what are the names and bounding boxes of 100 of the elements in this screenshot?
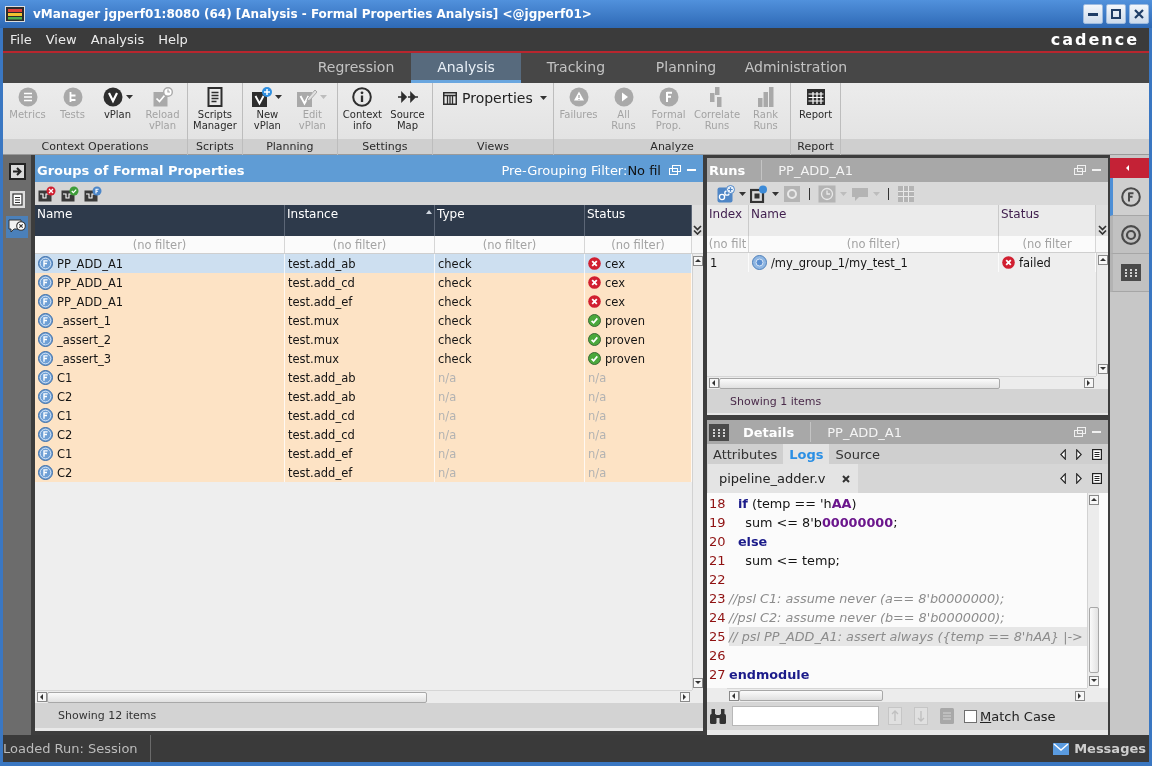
close-icon[interactable] [842, 474, 850, 483]
box-dot-icon[interactable] [750, 184, 768, 203]
rail-button[interactable] [6, 160, 28, 182]
list-icon[interactable] [1092, 448, 1102, 460]
table-row[interactable]: C2 test.add_cd n/a n/a [35, 425, 692, 444]
scroll-down-icon[interactable] [1088, 676, 1099, 686]
scrollbar-thumb[interactable] [719, 377, 1000, 389]
property-name: C2 [57, 427, 73, 442]
property-status: cex [605, 256, 625, 271]
filter-value[interactable]: No fil [627, 162, 661, 178]
scroll-right-icon[interactable] [680, 692, 690, 702]
rail-button[interactable] [1110, 254, 1149, 292]
tab[interactable]: Planning [631, 53, 741, 83]
keypad-icon [709, 423, 729, 441]
table-row[interactable]: C2 test.add_ab n/a n/a [35, 387, 692, 406]
toolbar-button[interactable]: Report [793, 83, 839, 139]
right-triangle-icon[interactable] [1076, 473, 1082, 484]
table-row[interactable]: C1 test.add_ab n/a n/a [35, 368, 692, 387]
vertical-scrollbar[interactable] [692, 254, 703, 690]
property-status: n/a [588, 370, 607, 385]
scroll-down-icon[interactable] [1097, 364, 1108, 374]
toolbar-button[interactable]: vPlan [95, 83, 140, 139]
table-row[interactable]: PP_ADD_A1 test.add_ef check cex [35, 292, 692, 311]
scroll-left-icon[interactable] [729, 690, 739, 701]
scroll-right-icon[interactable] [1075, 690, 1085, 701]
minimize-button[interactable] [1083, 4, 1103, 24]
table-row[interactable]: C1 test.add_ef n/a n/a [35, 444, 692, 463]
scrollbar-thumb[interactable] [47, 691, 427, 703]
scroll-right-icon[interactable] [1084, 378, 1094, 388]
messages-button[interactable]: Messages [1053, 737, 1149, 760]
list-icon[interactable] [1092, 473, 1102, 484]
wave-box-cross-icon[interactable] [38, 185, 56, 202]
wave-box-check-icon[interactable] [61, 185, 79, 202]
table-row[interactable]: PP_ADD_A1 test.add_cd check cex [35, 273, 692, 292]
menu-item[interactable]: Help [151, 28, 195, 51]
table-row[interactable]: C2 test.add_ef n/a n/a [35, 463, 692, 482]
wave-box-f-icon[interactable] [84, 185, 102, 202]
horizontal-scrollbar[interactable] [707, 376, 1096, 389]
vertical-scrollbar[interactable] [1096, 253, 1108, 376]
f-circle-icon [38, 427, 53, 442]
scroll-left-icon[interactable] [709, 378, 719, 388]
double-chevron-icon[interactable] [693, 225, 702, 235]
left-triangle-icon[interactable] [1060, 473, 1066, 484]
menu-item[interactable]: Analysis [83, 28, 152, 51]
file-tab[interactable]: pipeline_adder.v [708, 464, 858, 493]
scroll-up-icon[interactable] [693, 256, 703, 266]
double-chevron-icon[interactable] [1097, 225, 1107, 235]
maximize-button[interactable] [1106, 4, 1126, 24]
search-field[interactable] [732, 706, 879, 726]
scrollbar-thumb[interactable] [739, 690, 883, 701]
rail-button[interactable] [6, 216, 28, 238]
scroll-up-icon[interactable] [1097, 255, 1108, 265]
toolbar-button[interactable]: Context info [339, 83, 385, 139]
match-case-label[interactable]: Match Case [980, 708, 1056, 724]
table-row[interactable]: PP_ADD_A1 test.add_ab check cex [35, 254, 692, 273]
property-name: PP_ADD_A1 [57, 275, 124, 290]
horizontal-scrollbar[interactable] [35, 690, 692, 703]
menu-item[interactable]: View [38, 28, 84, 51]
table-row[interactable]: _assert_3 test.mux check proven [35, 349, 692, 368]
tab[interactable]: Analysis [411, 53, 521, 83]
line-number: 22 [708, 571, 727, 589]
scroll-up-icon[interactable] [1088, 495, 1099, 505]
table-row[interactable]: C1 test.add_cd n/a n/a [35, 406, 692, 425]
property-name: C1 [57, 370, 73, 385]
restore-icon[interactable] [669, 165, 681, 175]
rail-button[interactable] [1110, 216, 1149, 254]
property-status: n/a [588, 408, 607, 423]
line-number: 20 [708, 533, 727, 551]
tab[interactable]: Regression [301, 53, 411, 83]
f-circle-icon [38, 351, 53, 366]
window-title: vManager jgperf01:8080 (64) [Analysis - Formal Properties Analysis] <@jgperf01> [33, 7, 593, 21]
scroll-left-icon[interactable] [37, 692, 47, 702]
vertical-scrollbar[interactable] [1087, 493, 1099, 688]
toolbar-button[interactable]: Source Map [385, 83, 430, 139]
tab[interactable]: Tracking [521, 53, 631, 83]
view-select[interactable]: Properties [435, 86, 551, 110]
right-triangle-icon[interactable] [1076, 448, 1082, 460]
close-button[interactable] [1129, 4, 1149, 24]
instance-name: test.add_ab [288, 256, 356, 271]
toolbar-button[interactable]: New vPlan [244, 83, 290, 139]
file-name[interactable]: pipeline_adder.v [719, 471, 826, 486]
tab[interactable]: Attributes [707, 444, 784, 464]
x-circle-icon [1002, 256, 1015, 269]
match-case-checkbox[interactable] [964, 709, 977, 723]
menu-item[interactable]: File [3, 28, 39, 51]
line-number: 26 [708, 647, 727, 665]
rings-plus-icon[interactable] [717, 184, 735, 203]
tab[interactable]: Administration [741, 53, 851, 83]
item-count: Showing 12 items [58, 709, 157, 722]
instance-name: test.mux [288, 332, 340, 347]
code-line: else [736, 533, 769, 551]
toolbar-button[interactable]: Scripts Manager [190, 83, 240, 139]
tab[interactable]: Source [829, 444, 887, 464]
scrollbar-thumb[interactable] [1088, 607, 1099, 673]
left-triangle-icon[interactable] [1060, 448, 1066, 460]
table-row[interactable]: _assert_2 test.mux check proven [35, 330, 692, 349]
horizontal-scrollbar[interactable] [727, 688, 1087, 702]
table-row[interactable]: _assert_1 test.mux check proven [35, 311, 692, 330]
rail-button[interactable] [1110, 178, 1149, 216]
scroll-down-icon[interactable] [693, 678, 703, 688]
